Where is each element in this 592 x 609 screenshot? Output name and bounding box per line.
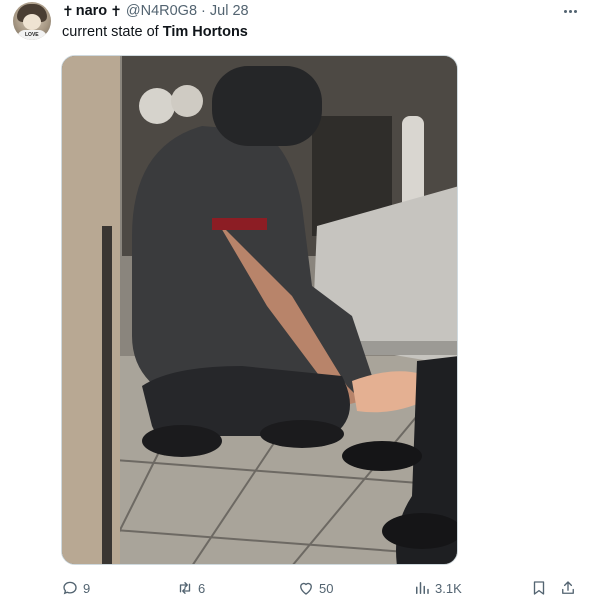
more-dot <box>573 9 577 13</box>
photo-scene <box>62 56 457 564</box>
avatar-face <box>23 14 41 30</box>
heart-icon <box>300 582 312 595</box>
reply-button[interactable]: 9 <box>61 576 90 600</box>
bookmark-icon <box>533 581 545 595</box>
separator-dot: · <box>201 3 206 19</box>
share-button[interactable] <box>559 576 577 600</box>
repost-button[interactable]: 6 <box>176 576 205 600</box>
pillar-edge <box>102 226 112 564</box>
display-name[interactable]: naro <box>76 3 107 19</box>
cup-stack-2 <box>171 85 203 117</box>
cross-left-icon: ✝ <box>62 2 74 19</box>
cross-right-icon: ✝ <box>110 2 122 19</box>
more-options-button[interactable] <box>558 2 582 20</box>
reply-count: 9 <box>83 580 91 596</box>
customer-shoe <box>342 441 422 471</box>
more-horizontal-icon <box>563 9 567 13</box>
share-icon <box>562 581 574 594</box>
avatar-shirt-text: LOVE <box>25 32 39 38</box>
like-button[interactable]: 50 <box>297 576 333 600</box>
tweet-text-bold: Tim Hortons <box>162 24 248 40</box>
tweet-date[interactable]: Jul 28 <box>210 3 249 19</box>
views-chart-icon <box>416 582 429 594</box>
views-count: 3.1K <box>435 580 462 596</box>
tweet-header: ✝ naro ✝ @N4R0G8 · Jul 28 <box>62 2 249 20</box>
sleeve-stripe <box>212 218 267 230</box>
tweet-photo[interactable] <box>61 55 458 565</box>
action-bar: 9 6 50 3.1K <box>0 576 592 600</box>
views-button[interactable]: 3.1K <box>413 576 462 600</box>
repost-icon <box>179 582 191 594</box>
like-count: 50 <box>319 580 334 596</box>
user-handle[interactable]: @N4R0G8 <box>126 3 197 19</box>
repost-count: 6 <box>198 580 206 596</box>
tweet-text-prefix: current state of <box>62 24 163 40</box>
worker-cap <box>212 66 322 146</box>
more-dot <box>568 9 572 13</box>
bookmark-button[interactable] <box>530 576 548 600</box>
worker-shoe-right <box>260 420 344 448</box>
cup-stack <box>139 88 175 124</box>
reply-icon <box>63 581 77 595</box>
worker-shoe-left <box>142 425 222 457</box>
avatar[interactable]: LOVE <box>13 2 51 40</box>
tweet-text: current state of Tim Hortons <box>62 24 248 40</box>
